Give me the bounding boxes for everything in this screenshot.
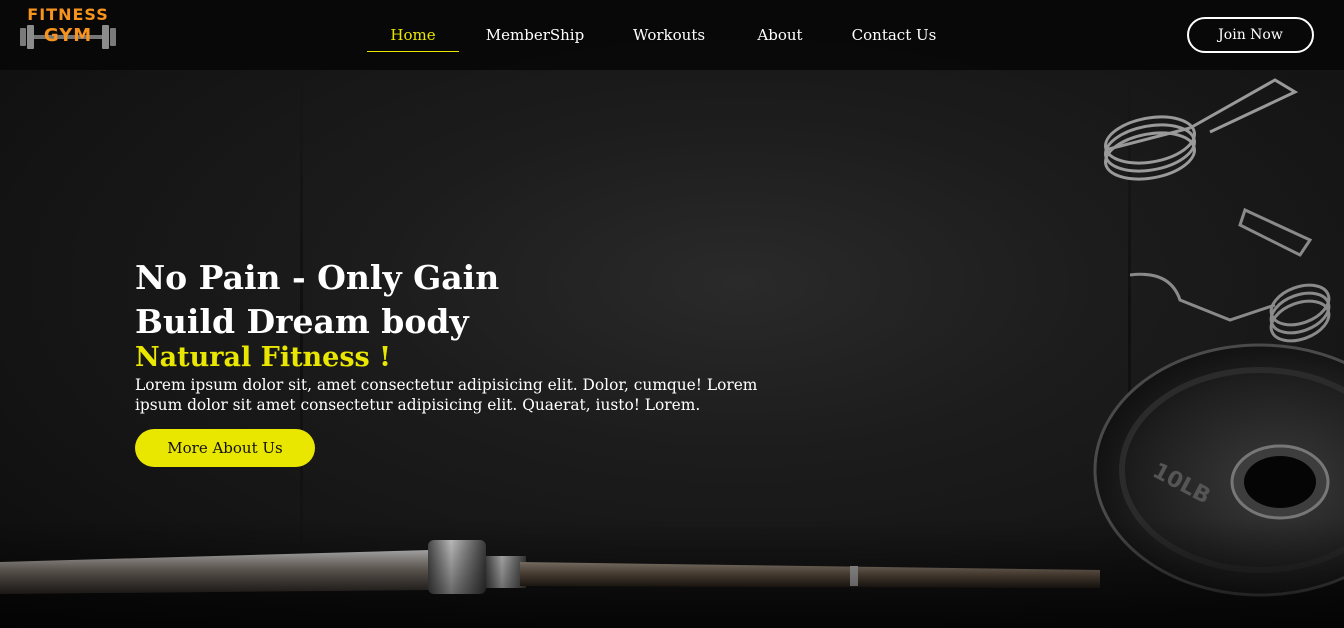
spring-collar: [1104, 78, 1299, 181]
more-about-us-button[interactable]: More About Us: [135, 429, 315, 467]
nav-membership[interactable]: MemberShip: [480, 26, 590, 52]
nav-contact-us[interactable]: Contact Us: [847, 26, 941, 52]
navbar: FITNESS GYM Home MemberShip Workouts Abo…: [0, 0, 1344, 70]
hero-paragraph: Lorem ipsum dolor sit, amet consectetur …: [135, 376, 758, 414]
fitness-gym-logo[interactable]: FITNESS GYM: [18, 6, 118, 64]
hero-text-block: No Pain - Only Gain Build Dream body Nat…: [135, 256, 795, 415]
nav-workouts[interactable]: Workouts: [625, 26, 713, 52]
logo-text-top: FITNESS: [27, 5, 109, 24]
nav-about[interactable]: About: [749, 26, 811, 52]
dumbbell-logo: GYM: [18, 24, 118, 50]
logo-text-bottom: GYM: [43, 25, 93, 46]
bottom-shade: [0, 518, 1344, 628]
spring-collar: [1129, 207, 1331, 343]
join-now-button[interactable]: Join Now: [1187, 17, 1314, 53]
hero-headline-line1: No Pain - Only Gain: [135, 258, 500, 297]
hero-subheadline: Natural Fitness !: [135, 342, 392, 373]
hero-headline-line2: Build Dream body: [135, 302, 469, 341]
nav-home[interactable]: Home: [367, 26, 459, 52]
